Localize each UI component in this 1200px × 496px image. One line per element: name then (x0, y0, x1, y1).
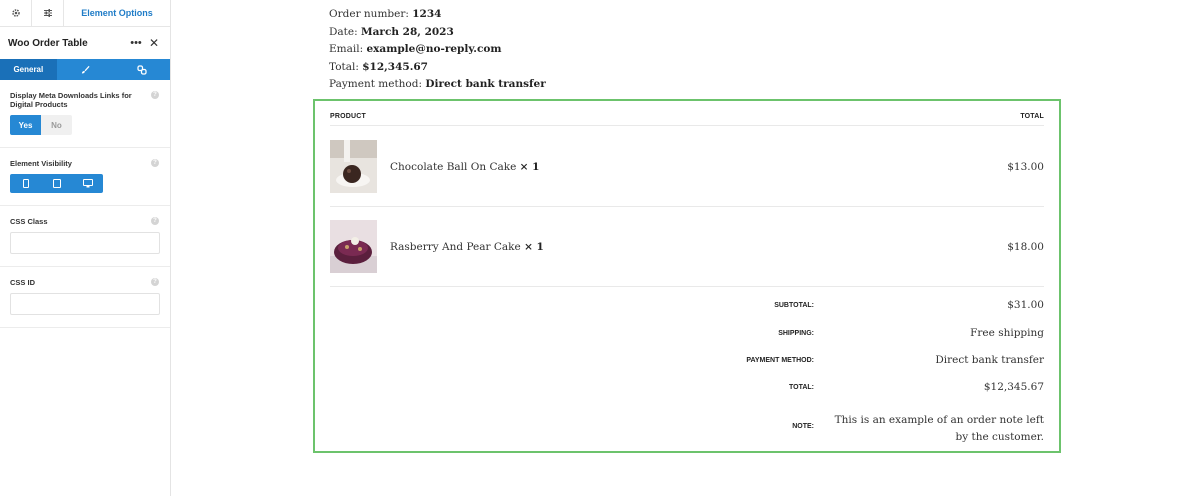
product-total: $18.00 (1007, 240, 1044, 253)
visibility-mobile-button[interactable] (10, 174, 41, 193)
order-payment-line: Payment method: Direct bank transfer (329, 76, 546, 94)
header-product: PRODUCT (330, 113, 367, 120)
brush-icon (81, 65, 90, 74)
close-icon[interactable]: ✕ (146, 36, 162, 50)
totals-label: SUBTOTAL: (774, 301, 814, 309)
downloads-setting: Display Meta Downloads Links for Digital… (0, 80, 170, 148)
order-number-value: 1234 (412, 8, 442, 20)
product-name-text: Chocolate Ball On Cake (390, 160, 517, 173)
desktop-icon (82, 179, 93, 188)
order-total-line: Total: $12,345.67 (329, 59, 546, 77)
product-total: $13.00 (1007, 160, 1044, 173)
totals-label: TOTAL: (788, 383, 814, 391)
options-subtabs: General (0, 59, 170, 80)
order-email-value: example@no-reply.com (366, 43, 502, 55)
product-qty: × 1 (524, 240, 544, 253)
order-number-label: Order number: (329, 8, 409, 20)
visibility-desktop-button[interactable] (72, 174, 103, 193)
tab-adjustments[interactable] (32, 0, 64, 26)
table-row: Chocolate Ball On Cake × 1 $13.00 (330, 127, 1044, 207)
order-date-value: March 28, 2023 (361, 25, 454, 38)
subtab-advanced[interactable] (113, 59, 170, 80)
order-date-line: Date: March 28, 2023 (329, 24, 546, 42)
order-total-label: Total: (329, 60, 359, 73)
sliders-icon (43, 9, 52, 17)
css-class-input[interactable] (10, 232, 160, 254)
totals-label: SHIPPING: (778, 329, 814, 337)
subtab-style[interactable] (57, 59, 114, 80)
totals-value: $12,345.67 (983, 381, 1044, 393)
mobile-icon (22, 179, 29, 188)
downloads-setting-label: Display Meta Downloads Links for Digital… (10, 91, 132, 109)
product-thumbnail (330, 140, 377, 193)
order-details: Order number: 1234 Date: March 28, 2023 … (329, 6, 546, 94)
element-options-sidebar: Element Options Woo Order Table ••• ✕ Ge… (0, 0, 171, 496)
element-title: Woo Order Table (8, 37, 88, 49)
order-number-line: Order number: 1234 (329, 6, 546, 24)
table-header: PRODUCT TOTAL (330, 108, 1044, 126)
help-icon[interactable]: ? (151, 278, 159, 286)
gear-icon (11, 9, 20, 17)
css-class-label: CSS Class (10, 217, 48, 226)
product-name-text: Rasberry And Pear Cake (390, 240, 521, 253)
order-email-label: Email: (329, 43, 364, 55)
help-icon[interactable]: ? (151, 159, 159, 167)
totals-value: $31.00 (1007, 299, 1044, 311)
order-date-label: Date: (329, 25, 358, 38)
downloads-toggle: Yes No (10, 115, 160, 135)
table-row: Rasberry And Pear Cake × 1 $18.00 (330, 207, 1044, 287)
order-email-line: Email: example@no-reply.com (329, 41, 546, 59)
product-name: Rasberry And Pear Cake × 1 (390, 241, 1007, 253)
sidebar-top-tabs: Element Options (0, 0, 170, 27)
totals-label: PAYMENT METHOD: (746, 356, 814, 364)
visibility-setting: Element Visibility ? (0, 148, 170, 206)
tab-element-options[interactable]: Element Options (64, 0, 170, 26)
order-total-value: $12,345.67 (362, 60, 428, 73)
more-options-icon[interactable]: ••• (128, 37, 144, 49)
totals-value: Direct bank transfer (935, 354, 1044, 366)
css-id-label: CSS ID (10, 278, 36, 287)
woo-order-table[interactable]: PRODUCT TOTAL Chocolate Ball On Cake × 1… (313, 99, 1061, 453)
link-icon (137, 64, 147, 75)
visibility-setting-label: Element Visibility (10, 159, 72, 168)
note-label: NOTE: (792, 422, 814, 430)
order-payment-value: Direct bank transfer (425, 78, 546, 90)
css-id-input[interactable] (10, 293, 160, 315)
help-icon[interactable]: ? (151, 217, 159, 225)
product-thumbnail (330, 220, 377, 273)
device-visibility-group (10, 174, 103, 193)
help-icon[interactable]: ? (151, 91, 159, 99)
page-canvas: Order number: 1234 Date: March 28, 2023 … (171, 0, 1200, 496)
css-id-setting: CSS ID ? (0, 267, 170, 328)
order-payment-label: Payment method: (329, 78, 423, 90)
header-total: TOTAL (1020, 113, 1044, 120)
tablet-icon (52, 179, 61, 188)
order-note-text: This is an example of an order note left… (834, 414, 1044, 443)
product-name: Chocolate Ball On Cake × 1 (390, 161, 1007, 173)
toggle-yes-button[interactable]: Yes (10, 115, 41, 135)
visibility-tablet-button[interactable] (41, 174, 72, 193)
product-qty: × 1 (519, 160, 540, 173)
css-class-setting: CSS Class ? (0, 206, 170, 267)
totals-value: Free shipping (970, 327, 1044, 339)
toggle-no-button[interactable]: No (41, 115, 72, 135)
tab-settings[interactable] (0, 0, 32, 26)
subtab-general[interactable]: General (0, 59, 57, 80)
sidebar-header: Woo Order Table ••• ✕ (0, 27, 170, 59)
